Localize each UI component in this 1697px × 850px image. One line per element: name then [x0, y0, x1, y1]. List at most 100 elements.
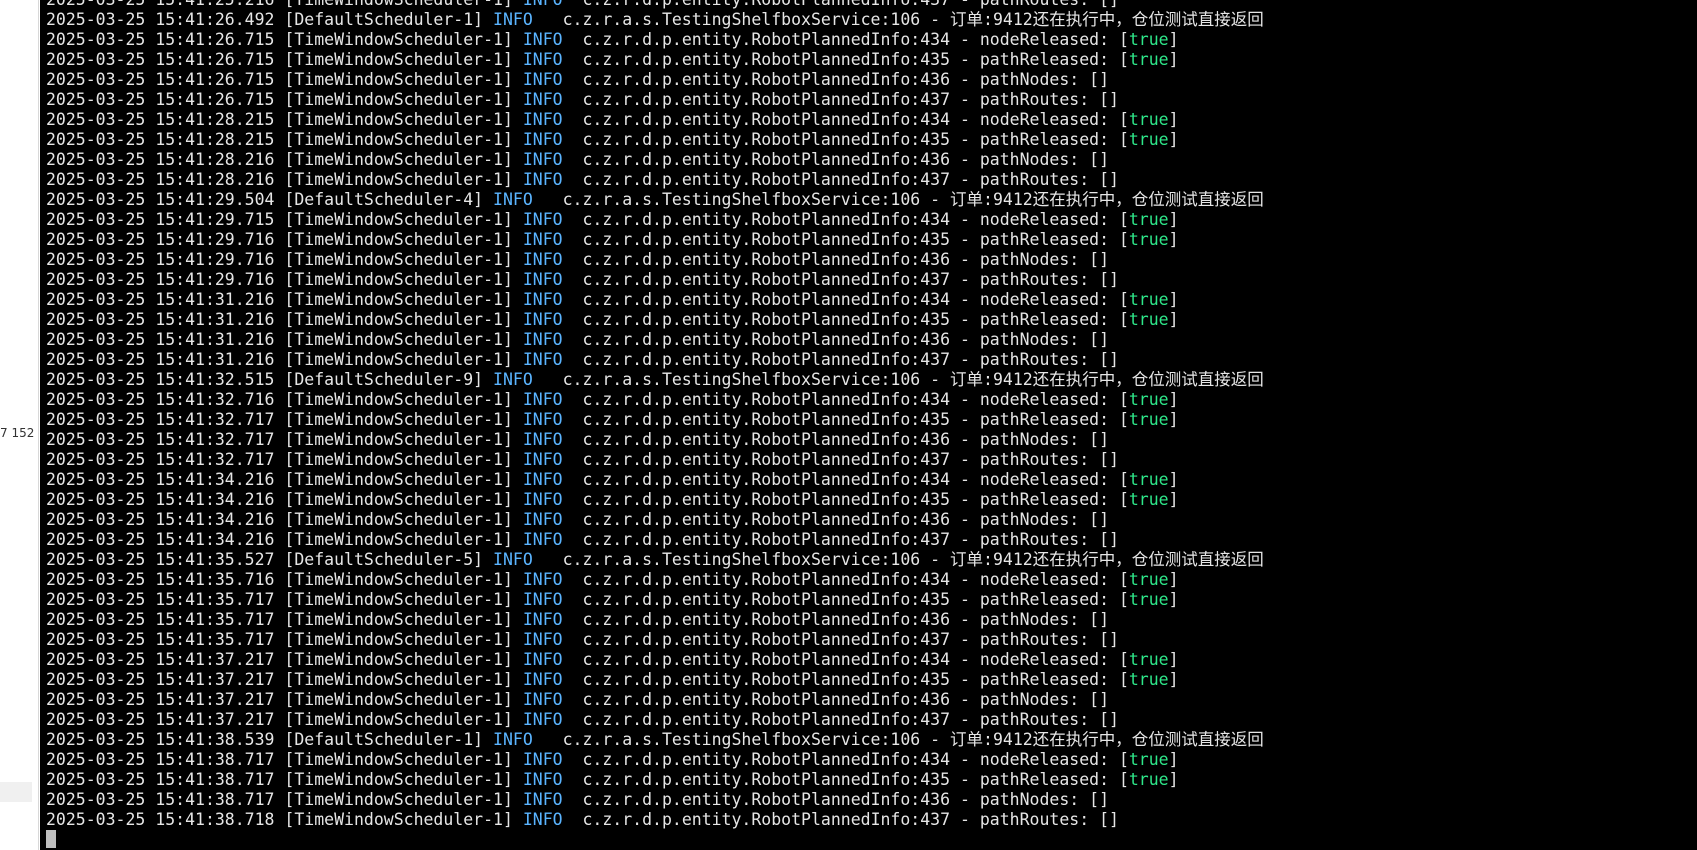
log-line: 2025-03-25 15:41:31.216 [TimeWindowSched… [46, 350, 1119, 369]
log-thread: TimeWindowScheduler-1 [294, 170, 503, 189]
log-line: 2025-03-25 15:41:34.216 [TimeWindowSched… [46, 470, 1179, 489]
log-timestamp: 2025-03-25 15:41:28.215 [46, 130, 275, 149]
log-message: pathNodes: [979, 510, 1090, 529]
log-logger: c.z.r.a.s.TestingShelfboxService:106 [552, 550, 921, 569]
side-panel-selected-row[interactable] [0, 782, 32, 802]
log-line: 2025-03-25 15:41:38.717 [TimeWindowSched… [46, 770, 1179, 789]
log-output: 2025-03-25 15:41:25.216 [TimeWindowSched… [46, 0, 1264, 830]
terminal-output[interactable]: 2025-03-25 15:41:25.216 [TimeWindowSched… [40, 0, 1697, 850]
log-timestamp: 2025-03-25 15:41:29.504 [46, 190, 275, 209]
log-line: 2025-03-25 15:41:35.717 [TimeWindowSched… [46, 590, 1179, 609]
log-logger: c.z.r.a.s.TestingShelfboxService:106 [552, 10, 921, 29]
log-level: INFO [522, 330, 563, 349]
log-value: [] [1099, 710, 1119, 729]
log-level: INFO [522, 610, 563, 629]
log-message: nodeReleased: [979, 110, 1119, 129]
log-thread: DefaultScheduler-1 [294, 730, 474, 749]
log-timestamp: 2025-03-25 15:41:29.716 [46, 230, 275, 249]
log-value: [true] [1118, 50, 1179, 69]
log-timestamp: 2025-03-25 15:41:26.715 [46, 50, 275, 69]
log-value-true: true [1128, 230, 1169, 249]
log-thread: TimeWindowScheduler-1 [294, 230, 503, 249]
log-value-true: true [1128, 210, 1169, 229]
log-level: INFO [522, 390, 563, 409]
log-line: 2025-03-25 15:41:35.527 [DefaultSchedule… [46, 550, 1264, 569]
log-value-true: true [1128, 490, 1169, 509]
log-thread: DefaultScheduler-4 [294, 190, 474, 209]
log-message: pathNodes: [979, 150, 1090, 169]
log-logger: c.z.r.d.p.entity.RobotPlannedInfo:436 [582, 690, 951, 709]
log-level: INFO [522, 510, 563, 529]
log-logger: c.z.r.d.p.entity.RobotPlannedInfo:434 [582, 470, 951, 489]
log-value-true: true [1128, 410, 1169, 429]
log-level: INFO [522, 50, 563, 69]
log-logger: c.z.r.d.p.entity.RobotPlannedInfo:435 [582, 410, 951, 429]
log-value-true: true [1128, 570, 1169, 589]
log-level: INFO [522, 810, 563, 829]
log-timestamp: 2025-03-25 15:41:38.717 [46, 770, 275, 789]
log-level: INFO [493, 730, 533, 749]
log-value: [true] [1118, 770, 1179, 789]
log-line: 2025-03-25 15:41:26.715 [TimeWindowSched… [46, 30, 1179, 49]
log-value-true: true [1128, 770, 1169, 789]
log-level: INFO [522, 250, 563, 269]
log-line: 2025-03-25 15:41:37.217 [TimeWindowSched… [46, 710, 1119, 729]
log-logger: c.z.r.d.p.entity.RobotPlannedInfo:436 [582, 250, 951, 269]
log-logger: c.z.r.d.p.entity.RobotPlannedInfo:436 [582, 510, 951, 529]
log-timestamp: 2025-03-25 15:41:38.717 [46, 750, 275, 769]
log-logger: c.z.r.a.s.TestingShelfboxService:106 [552, 730, 921, 749]
log-timestamp: 2025-03-25 15:41:38.539 [46, 730, 275, 749]
log-logger: c.z.r.d.p.entity.RobotPlannedInfo:436 [582, 610, 951, 629]
log-level: INFO [522, 670, 563, 689]
log-timestamp: 2025-03-25 15:41:35.717 [46, 630, 275, 649]
log-thread: TimeWindowScheduler-1 [294, 610, 503, 629]
log-value: [true] [1118, 470, 1179, 489]
app-window: 7 152 2025-03-25 15:41:25.216 [TimeWindo… [0, 0, 1697, 850]
log-message: pathRoutes: [979, 450, 1100, 469]
log-thread: TimeWindowScheduler-1 [294, 470, 503, 489]
log-logger: c.z.r.d.p.entity.RobotPlannedInfo:435 [582, 130, 951, 149]
log-message: nodeReleased: [979, 650, 1119, 669]
log-timestamp: 2025-03-25 15:41:38.718 [46, 810, 275, 829]
log-level: INFO [522, 90, 563, 109]
log-line: 2025-03-25 15:41:29.504 [DefaultSchedule… [46, 190, 1264, 209]
log-timestamp: 2025-03-25 15:41:26.715 [46, 90, 275, 109]
log-message: pathNodes: [979, 330, 1090, 349]
log-thread: DefaultScheduler-9 [294, 370, 474, 389]
log-timestamp: 2025-03-25 15:41:28.216 [46, 170, 275, 189]
log-message: pathRoutes: [979, 350, 1100, 369]
log-logger: c.z.r.d.p.entity.RobotPlannedInfo:434 [582, 390, 951, 409]
log-timestamp: 2025-03-25 15:41:26.492 [46, 10, 275, 29]
log-line: 2025-03-25 15:41:32.717 [TimeWindowSched… [46, 450, 1119, 469]
log-timestamp: 2025-03-25 15:41:34.216 [46, 530, 275, 549]
log-logger: c.z.r.d.p.entity.RobotPlannedInfo:434 [582, 750, 951, 769]
log-value: [true] [1118, 570, 1179, 589]
log-message: pathRoutes: [979, 810, 1100, 829]
log-value: [true] [1118, 30, 1179, 49]
log-timestamp: 2025-03-25 15:41:28.216 [46, 150, 275, 169]
log-logger: c.z.r.a.s.TestingShelfboxService:106 [552, 190, 921, 209]
log-value: [] [1089, 250, 1110, 269]
log-value-true: true [1128, 670, 1169, 689]
log-line: 2025-03-25 15:41:31.216 [TimeWindowSched… [46, 310, 1179, 329]
log-value-true: true [1128, 130, 1169, 149]
log-level: INFO [522, 150, 563, 169]
log-timestamp: 2025-03-25 15:41:31.216 [46, 330, 275, 349]
log-timestamp: 2025-03-25 15:41:37.217 [46, 690, 275, 709]
log-thread: TimeWindowScheduler-1 [294, 650, 503, 669]
log-value: [true] [1118, 210, 1179, 229]
log-timestamp: 2025-03-25 15:41:37.217 [46, 710, 275, 729]
log-level: INFO [522, 630, 563, 649]
log-thread: TimeWindowScheduler-1 [294, 690, 503, 709]
log-level: INFO [522, 590, 563, 609]
log-thread: TimeWindowScheduler-1 [294, 50, 503, 69]
log-message: pathNodes: [979, 430, 1090, 449]
log-line: 2025-03-25 15:41:26.715 [TimeWindowSched… [46, 70, 1110, 89]
log-value: [] [1099, 450, 1119, 469]
log-message: pathNodes: [979, 70, 1090, 89]
log-level: INFO [522, 770, 563, 789]
log-logger: c.z.r.d.p.entity.RobotPlannedInfo:436 [582, 70, 951, 89]
log-thread: TimeWindowScheduler-1 [294, 330, 503, 349]
log-line: 2025-03-25 15:41:28.216 [TimeWindowSched… [46, 170, 1119, 189]
log-line: 2025-03-25 15:41:32.716 [TimeWindowSched… [46, 390, 1179, 409]
